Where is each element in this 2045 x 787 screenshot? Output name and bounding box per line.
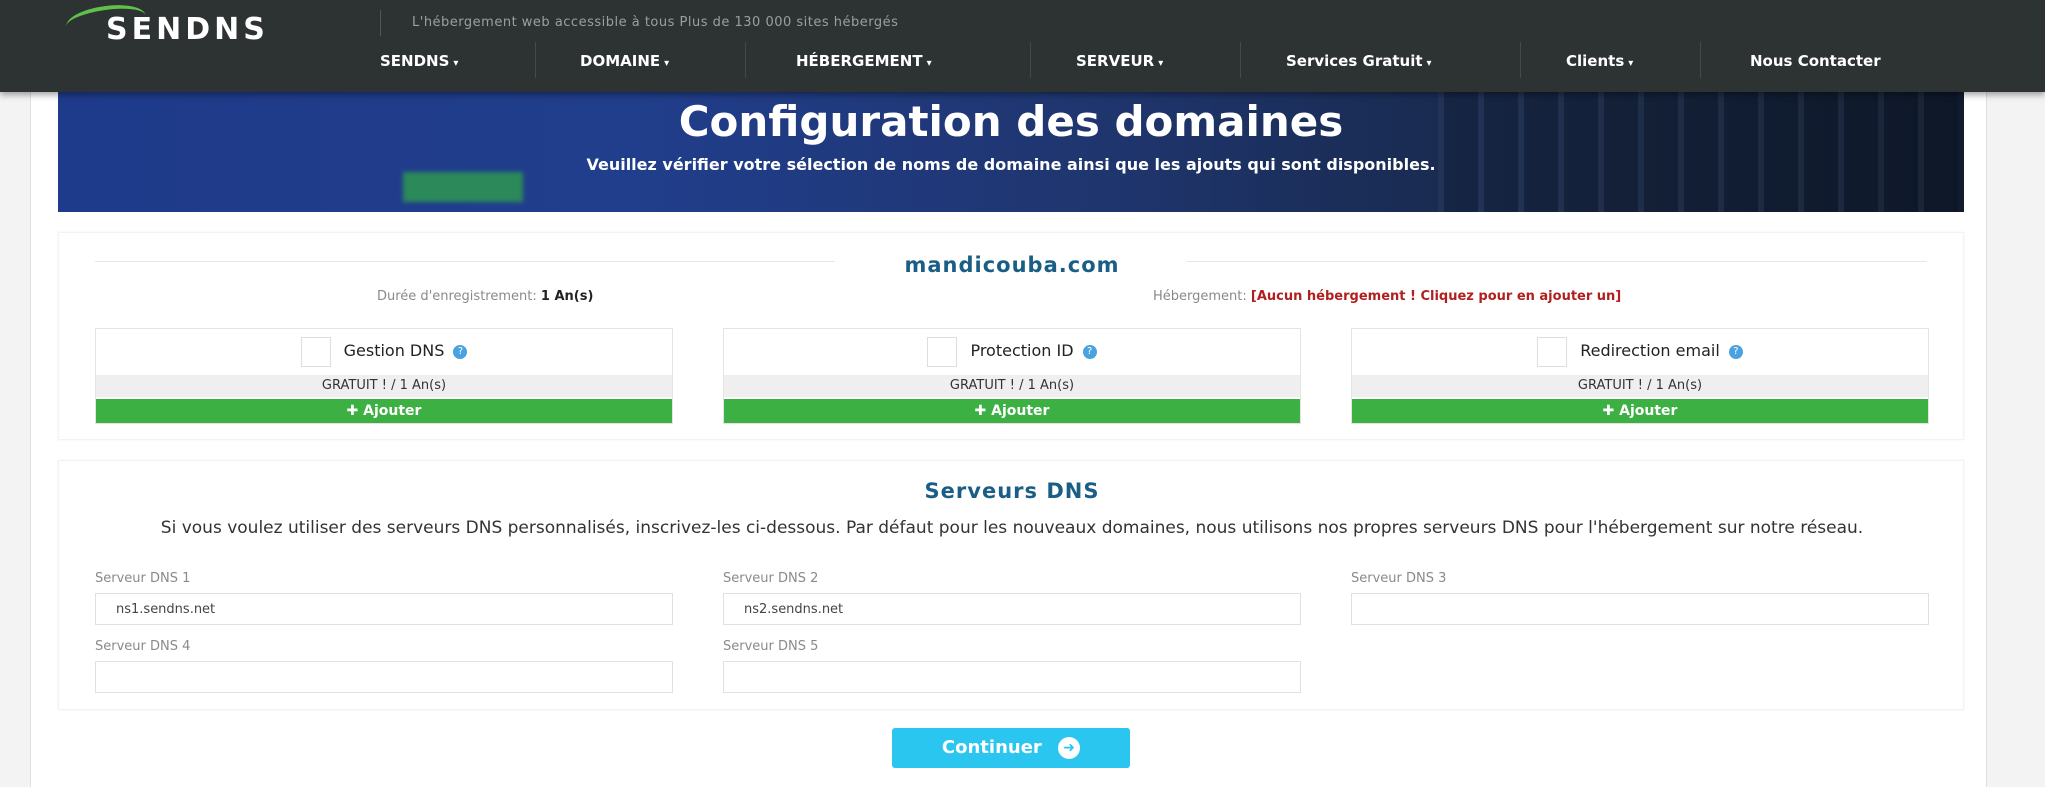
dns-label-1: Serveur DNS 1 [95,571,191,586]
addon-price: GRATUIT ! / 1 An(s) [1352,375,1928,397]
addon-name: Redirection email [1580,341,1720,360]
dns-section-title: Serveurs DNS [924,479,1100,503]
dns-server-3-input[interactable] [1351,593,1929,625]
page-title: Configuration des domaines [678,97,1344,146]
domain-panel: mandicouba.com Durée d'enregistrement: 1… [58,232,1964,440]
top-navbar: SENDNS L'hébergement web accessible à to… [0,0,2045,92]
duration-label: Durée d'enregistrement: [377,289,537,304]
nav-label: Clients [1566,52,1625,70]
caret-down-icon: ▾ [1426,58,1432,69]
main-nav: SENDNS ▾ DOMAINE ▾ HÉBERGEMENT ▾ SERVEUR ▾ S… [0,48,2045,74]
continue-button[interactable]: Continuer ➜ [892,728,1130,768]
nav-divider [1030,42,1031,78]
site-tagline: L'hébergement web accessible à tous Plus… [412,15,899,30]
nav-label: Services Gratuit [1286,52,1423,70]
domain-name: mandicouba.com [904,253,1120,277]
add-addon-button[interactable]: ✚ Ajouter [724,399,1300,423]
sendns-logo[interactable]: SENDNS [64,0,356,48]
addon-price: GRATUIT ! / 1 An(s) [724,375,1300,397]
dns-servers-panel: Serveurs DNS Si vous voulez utiliser des… [58,460,1964,710]
nav-item-services-gratuit[interactable]: Services Gratuit ▾ [1286,48,1432,74]
hero-banner: Configuration des domaines Veuillez véri… [58,92,1964,212]
caret-down-icon: ▾ [1158,58,1164,69]
page-subtitle: Veuillez vérifier votre sélection de nom… [586,155,1436,174]
addon-card-gestion-dns: Gestion DNS ? GRATUIT ! / 1 An(s) ✚ Ajou… [95,328,673,424]
dns-label-4: Serveur DNS 4 [95,639,191,654]
addon-name: Gestion DNS [343,341,445,360]
registration-duration: Durée d'enregistrement: 1 An(s) [377,289,593,304]
nav-item-domaine[interactable]: DOMAINE ▾ [580,48,669,74]
nav-divider [745,42,746,78]
dns-server-4-input[interactable] [95,661,673,693]
caret-down-icon: ▾ [453,58,459,69]
hosting-label: Hébergement: [1153,289,1247,304]
add-hosting-link[interactable]: [Aucun hébergement ! Cliquez pour en ajo… [1251,289,1621,304]
dns-description: Si vous voulez utiliser des serveurs DNS… [160,518,1864,538]
addon-header: Gestion DNS ? [96,329,672,373]
info-icon[interactable]: ? [1728,344,1743,359]
dns-server-5-input[interactable] [723,661,1301,693]
addon-checkbox[interactable] [1537,336,1568,367]
addon-card-redirection-email: Redirection email ? GRATUIT ! / 1 An(s) … [1351,328,1929,424]
nav-divider [1240,42,1241,78]
nav-label: SERVEUR [1076,52,1155,70]
addon-checkbox[interactable] [927,336,958,367]
nav-label: HÉBERGEMENT [796,52,923,70]
addon-card-protection-id: Protection ID ? GRATUIT ! / 1 An(s) ✚ Aj… [723,328,1301,424]
nav-item-sendns[interactable]: SENDNS ▾ [380,48,458,74]
dns-server-1-input[interactable] [95,593,673,625]
nav-item-hebergement[interactable]: HÉBERGEMENT ▾ [796,48,932,74]
addon-checkbox[interactable] [300,336,331,367]
nav-divider [1700,42,1701,78]
add-addon-button[interactable]: ✚ Ajouter [1352,399,1928,423]
dns-server-2-input[interactable] [723,593,1301,625]
caret-down-icon: ▾ [1628,58,1634,69]
nav-divider [535,42,536,78]
nav-item-serveur[interactable]: SERVEUR ▾ [1076,48,1163,74]
addon-header: Protection ID ? [724,329,1300,373]
info-icon[interactable]: ? [1082,344,1097,359]
nav-divider [1520,42,1521,78]
add-addon-button[interactable]: ✚ Ajouter [96,399,672,423]
caret-down-icon: ▾ [664,58,670,69]
duration-value: 1 An(s) [540,289,594,304]
hero-decoration [403,172,523,202]
nav-label: SENDNS [380,52,450,70]
hosting-info: Hébergement: [Aucun hébergement ! Clique… [1153,289,1621,304]
header-divider [380,10,381,36]
nav-item-nous-contacter[interactable]: Nous Contacter [1750,48,1881,74]
dns-label-2: Serveur DNS 2 [723,571,819,586]
dns-label-3: Serveur DNS 3 [1351,571,1447,586]
logo-text: SENDNS [106,12,269,47]
continue-label: Continuer [941,737,1042,758]
nav-label: DOMAINE [580,52,661,70]
nav-label: Nous Contacter [1750,52,1881,70]
dns-label-5: Serveur DNS 5 [723,639,819,654]
addon-name: Protection ID [970,341,1074,360]
addon-price: GRATUIT ! / 1 An(s) [96,375,672,397]
caret-down-icon: ▾ [926,58,932,69]
nav-item-clients[interactable]: Clients ▾ [1566,48,1633,74]
addon-header: Redirection email ? [1352,329,1928,373]
info-icon[interactable]: ? [453,344,468,359]
arrow-right-icon: ➜ [1058,737,1081,759]
